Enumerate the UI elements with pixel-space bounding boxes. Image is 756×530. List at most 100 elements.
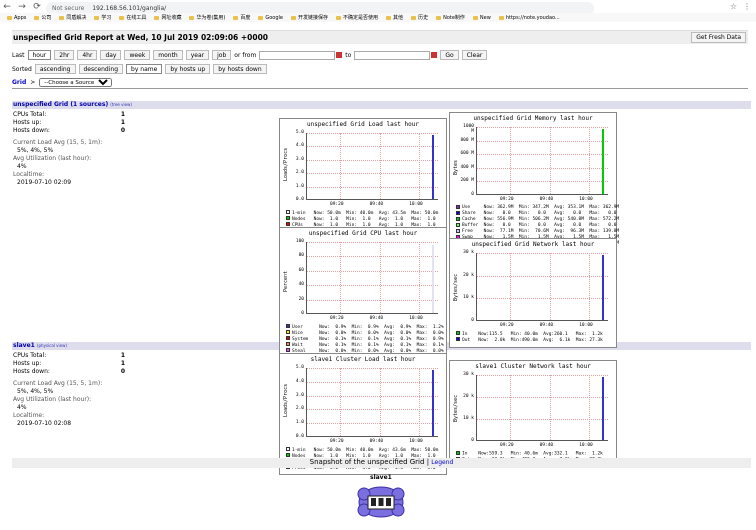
back-icon[interactable]: ← xyxy=(2,2,12,12)
bookmark-item[interactable]: New xyxy=(470,15,494,21)
x-tick-label: 09:40 xyxy=(539,196,554,202)
bookmark-label: 其他 xyxy=(393,15,404,21)
from-date-input[interactable] xyxy=(259,50,336,60)
clear-button[interactable]: Clear xyxy=(461,50,488,60)
grid-load-graph[interactable]: unspecified Grid Load last hour Loads/Pro… xyxy=(279,118,447,238)
folder-icon xyxy=(233,15,239,20)
bookmark-label: 网址收藏 xyxy=(161,15,182,21)
bookmark-item[interactable]: 开发链接保存 xyxy=(288,14,331,21)
bookmark-item[interactable]: 学习 xyxy=(91,14,114,21)
grid-network-graph[interactable]: unspecified Grid Network last hour Bytes/… xyxy=(449,238,617,348)
vertical-gridline xyxy=(340,242,341,313)
legend-link[interactable]: Legend xyxy=(431,459,453,466)
y-tick-label: 10 k xyxy=(463,416,474,421)
sort-button[interactable]: by name xyxy=(126,64,163,74)
legend-row: Cache Now: 556.9M Min: 506.2M Avg: 540.8… xyxy=(456,216,619,223)
sort-button[interactable]: descending xyxy=(78,64,124,74)
hosts-up-label: Hosts up: xyxy=(13,119,42,126)
bookmark-item[interactable]: 其他 xyxy=(383,14,406,21)
vertical-gridline xyxy=(379,368,381,436)
x-tick-label: 09:20 xyxy=(330,202,344,207)
bookmark-item[interactable]: 网址收藏 xyxy=(151,14,184,21)
y-tick-label: 80 xyxy=(298,253,304,259)
bookmark-item[interactable]: 历史 xyxy=(408,14,431,21)
host-node-icon[interactable] xyxy=(356,484,406,520)
folder-icon xyxy=(94,15,100,20)
legend-row: Share Now: 0.0 Min: 0.0 Avg: 0.0 Max: 0.… xyxy=(456,210,619,217)
snapshot-host-name[interactable]: slave1 xyxy=(370,474,392,481)
bookmark-label: 同盾解决 xyxy=(66,15,87,21)
bookmark-item[interactable]: 公司 xyxy=(31,14,54,21)
legend-text: In Now:115.5 Min: 40.0m Avg:260.1 Max: 1… xyxy=(462,331,603,337)
grid-link[interactable]: Grid xyxy=(12,79,26,86)
bookmark-item[interactable]: 同盾解决 xyxy=(56,14,89,21)
bookmark-label: https://note.youdao... xyxy=(505,14,560,21)
avg-util-value: 4% xyxy=(17,404,27,411)
to-label: to xyxy=(345,51,352,59)
calendar-icon[interactable] xyxy=(431,52,438,58)
legend-swatch xyxy=(456,228,460,233)
x-tick-label: 09:20 xyxy=(500,323,514,328)
vertical-gridline xyxy=(549,375,551,440)
bookmark-item[interactable]: 在线工具 xyxy=(116,14,149,21)
bookmark-label: 百度 xyxy=(240,15,251,21)
legend-text: In Now:559.3 Min: 40.6m Avg:332.1 Max: 1… xyxy=(462,451,603,457)
folder-icon xyxy=(34,15,40,20)
bookmark-item[interactable]: 百度 xyxy=(230,14,253,21)
legend-swatch xyxy=(286,210,290,214)
legend-swatch xyxy=(286,336,290,340)
tree-view-link[interactable]: (tree view) xyxy=(110,102,132,107)
localtime-label: Localtime: xyxy=(13,171,45,178)
to-date-input[interactable] xyxy=(354,50,431,60)
y-tick-label: 20 k xyxy=(463,394,474,399)
grid-cpu-graph[interactable]: unspecified Grid CPU last hour Percent 100… xyxy=(279,227,447,363)
cluster-heading-text[interactable]: slave1 xyxy=(13,342,35,349)
legend-swatch xyxy=(456,210,460,215)
range-button-month[interactable]: month xyxy=(153,50,183,60)
avg-util-label: Avg Utilization (last hour): xyxy=(13,396,92,403)
sort-button[interactable]: by hosts up xyxy=(165,64,211,74)
source-select[interactable]: --Choose a Source xyxy=(39,78,113,87)
range-button-2hr[interactable]: 2hr xyxy=(54,50,75,60)
y-tick-label: 30 k xyxy=(463,250,474,255)
grid-memory-graph[interactable]: unspecified Grid Memory last hour Bytes 10… xyxy=(449,112,619,249)
legend-swatch xyxy=(286,348,290,352)
legend-text: System Now: 0.1% Min: 0.1% Avg: 0.1% Max… xyxy=(292,336,444,342)
report-header: unspecified Grid Report at Wed, 10 Jul 2… xyxy=(12,30,748,44)
y-tick-label: 0 xyxy=(471,438,474,443)
y-tick-label: 1000 M xyxy=(463,124,474,134)
calendar-icon[interactable] xyxy=(336,52,343,58)
legend-swatch xyxy=(456,216,460,221)
sort-button[interactable]: ascending xyxy=(34,64,76,74)
bookmark-item[interactable]: Note制作 xyxy=(433,14,468,21)
graph-legend: In Now:115.5 Min: 40.0m Avg:260.1 Max: 1… xyxy=(456,331,603,343)
folder-icon xyxy=(119,15,125,20)
legend-row: Buffer Now: 0.0 Min: 0.0 Avg: 0.0 Max: 0… xyxy=(456,222,619,229)
cluster-network-graph[interactable]: slave1 Cluster Network last hour Bytes/se… xyxy=(449,360,617,468)
range-button-day[interactable]: day xyxy=(100,50,122,60)
get-fresh-data-button[interactable]: Get Fresh Data xyxy=(691,32,746,43)
cluster-load-graph[interactable]: slave1 Cluster Load last hour Loads/Procs… xyxy=(279,353,447,475)
sort-button[interactable]: by hosts down xyxy=(213,64,267,74)
range-button-week[interactable]: week xyxy=(124,50,151,60)
menu-icon[interactable]: ⋮ xyxy=(743,2,751,11)
range-button-hour[interactable]: hour xyxy=(27,50,52,60)
go-button[interactable]: Go xyxy=(440,50,459,60)
bookmark-item[interactable]: 华为卷(集用) xyxy=(186,14,228,21)
bookmark-item[interactable]: Google xyxy=(255,15,286,21)
reload-icon[interactable]: ⟳ xyxy=(32,2,42,12)
x-tick-label: 09:40 xyxy=(369,439,384,444)
forward-icon[interactable]: → xyxy=(17,2,27,12)
x-tick-label: 09:20 xyxy=(330,316,344,321)
y-tick-label: 3.0 xyxy=(295,392,304,398)
range-button-job[interactable]: job xyxy=(212,50,232,60)
y-tick-label: 60 xyxy=(298,267,304,273)
bookmark-item[interactable]: Apps xyxy=(4,15,29,21)
physical-view-link[interactable]: (physical view) xyxy=(37,343,67,348)
range-button-year[interactable]: year xyxy=(185,50,210,60)
bookmark-label: 在线工具 xyxy=(126,15,147,21)
bookmark-item[interactable]: https://note.youdao... xyxy=(496,15,563,21)
range-button-4hr[interactable]: 4hr xyxy=(77,50,98,60)
bookmark-item[interactable]: 不确定是否使用 xyxy=(333,14,381,21)
star-icon[interactable]: ☆ xyxy=(730,2,737,11)
